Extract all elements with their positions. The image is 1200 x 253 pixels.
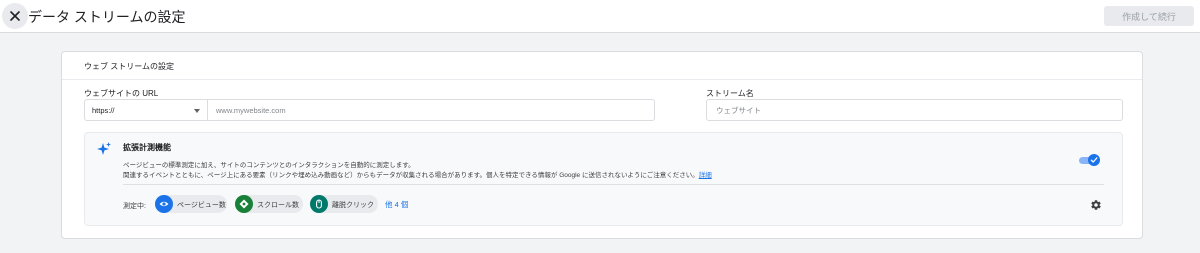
chip-label: ページビュー数 [177,202,226,209]
enhanced-measurement-section: 拡張計測機能 ページビューの標準測定に加え、サイトのコンテンツとのインタラクショ… [84,132,1123,226]
learn-more-link[interactable]: 詳細 [699,172,712,179]
chip-outbound-clicks[interactable]: 離脱クリック [310,195,378,213]
eye-icon [159,201,169,207]
page-title: データ ストリームの設定 [28,9,186,25]
section-divider [123,184,1104,185]
chip-icon-badge [235,195,253,213]
close-button[interactable] [2,3,28,29]
chevron-down-icon [194,109,200,113]
chip-page-views[interactable]: ページビュー数 [155,195,227,213]
sparkle-icon [97,142,111,155]
website-url-input[interactable] [208,99,655,121]
mouse-icon [316,199,322,209]
close-icon [10,11,20,21]
enhanced-measurement-toggle[interactable] [1079,154,1101,166]
toggle-knob [1088,154,1100,166]
panel-title: ウェブ ストリームの設定 [84,62,174,71]
chip-label: スクロール数 [257,202,299,209]
protocol-select[interactable]: https:// [84,99,208,121]
website-url-label: ウェブサイトの URL [84,89,159,98]
top-bar: データ ストリームの設定 作成して続行 [0,0,1200,33]
stream-name-label: ストリーム名 [706,89,754,98]
enhanced-description-line2: 関連するイベントとともに、ページ上にある要素（リンクや埋め込み動画など）からもデ… [123,169,712,179]
crosshair-icon [239,199,249,209]
stream-name-input[interactable] [706,99,1123,121]
chip-icon-badge [155,195,173,213]
chip-scrolls[interactable]: スクロール数 [235,195,303,213]
create-and-continue-button[interactable]: 作成して続行 [1104,6,1194,26]
panel-header: ウェブ ストリームの設定 [62,52,1142,80]
web-stream-settings-panel: ウェブ ストリームの設定 ウェブサイトの URL https:// ストリーム名… [61,51,1143,239]
description-text: 関連するイベントとともに、ページ上にある要素（リンクや埋め込み動画など）からもデ… [123,172,699,179]
measuring-label: 測定中: [123,203,146,210]
enhanced-measurement-title: 拡張計測機能 [123,143,171,152]
enhanced-description-line1: ページビューの標準測定に加え、サイトのコンテンツとのインタラクションを自動的に測… [123,162,415,169]
more-events-link[interactable]: 他 4 個 [385,199,408,210]
chip-icon-badge [310,195,328,213]
gear-icon[interactable] [1090,199,1102,211]
chip-label: 離脱クリック [332,202,374,209]
protocol-value: https:// [92,106,115,115]
check-icon [1090,157,1098,163]
